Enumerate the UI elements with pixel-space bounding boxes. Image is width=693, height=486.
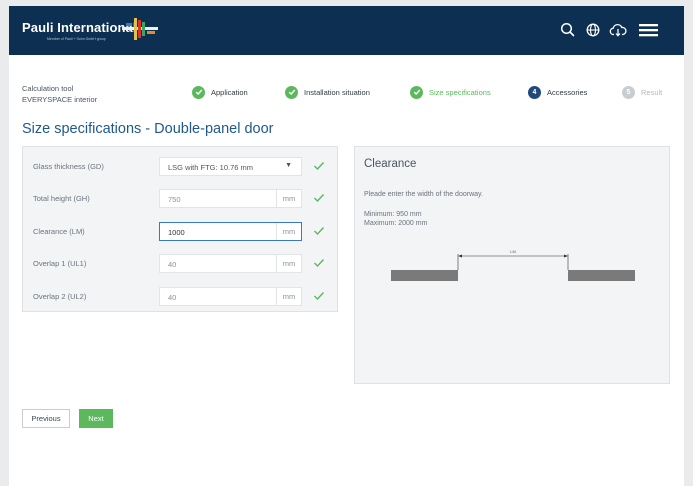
overlap-2-input[interactable]: 40 mm xyxy=(159,287,302,306)
logo-flag-icon xyxy=(122,18,158,40)
step-number-badge: 4 xyxy=(528,85,541,99)
check-circle-icon xyxy=(410,85,423,99)
clearance-diagram: LM xyxy=(391,249,635,281)
top-navigation-bar: Pauli International Member of Pauli + So… xyxy=(9,6,684,55)
checkmark-icon xyxy=(314,227,325,236)
unit-label: mm xyxy=(276,223,301,240)
left-wall xyxy=(391,270,458,281)
unit-label: mm xyxy=(276,288,301,305)
step-result: 5 Result xyxy=(622,85,662,99)
checkmark-icon xyxy=(314,194,325,203)
check-circle-icon xyxy=(192,85,205,99)
size-form-panel: Glass thickness (GD) LSG with FTG: 10.76… xyxy=(22,146,338,312)
check-circle-icon xyxy=(285,85,298,99)
dropdown-caret-icon: ▼ xyxy=(285,162,292,169)
logo-text[interactable]: Pauli International xyxy=(22,20,137,35)
search-icon[interactable] xyxy=(558,20,578,40)
clearance-info-panel: Clearance Pleade enter the width of the … xyxy=(354,146,670,384)
total-height-label: Total height (GH) xyxy=(33,194,90,203)
app-frame: Pauli International Member of Pauli + So… xyxy=(9,6,684,486)
step-size-specifications[interactable]: Size specifications xyxy=(410,85,491,99)
overlap-1-label: Overlap 1 (UL1) xyxy=(33,259,87,268)
glass-thickness-label: Glass thickness (GD) xyxy=(33,162,104,171)
unit-label: mm xyxy=(276,255,301,272)
input-value: 1000 xyxy=(168,228,185,237)
calc-tool-label: Calculation tool xyxy=(22,84,74,93)
info-title: Clearance xyxy=(364,158,417,170)
hamburger-menu-icon[interactable] xyxy=(636,20,662,40)
logo-subtext: Member of Pauli + Sohn GmbH group xyxy=(47,37,106,41)
page-title: Size specifications - Double-panel door xyxy=(22,121,274,137)
step-installation-situation[interactable]: Installation situation xyxy=(285,85,370,99)
overlap-1-input[interactable]: 40 mm xyxy=(159,254,302,273)
step-application[interactable]: Application xyxy=(192,85,248,99)
step-label: Accessories xyxy=(547,87,588,97)
clearance-label: Clearance (LM) xyxy=(33,227,85,236)
total-height-input[interactable]: 750 mm xyxy=(159,189,302,208)
next-button[interactable]: Next xyxy=(79,409,113,428)
info-maximum: Maximum: 2000 mm xyxy=(364,220,428,227)
right-wall xyxy=(568,270,635,281)
calc-product-label: EVERYSPACE interior xyxy=(22,95,98,104)
unit-label: mm xyxy=(276,190,301,207)
glass-thickness-select[interactable]: LSG with FTG: 10.76 mm ▼ xyxy=(159,157,302,176)
dimension-label: LM xyxy=(510,249,516,254)
input-value: 750 xyxy=(168,195,181,204)
clearance-input[interactable]: 1000 mm xyxy=(159,222,302,241)
info-minimum: Minimum: 950 mm xyxy=(364,211,422,218)
overlap-2-label: Overlap 2 (UL2) xyxy=(33,292,87,301)
input-value: 40 xyxy=(168,293,177,302)
step-label: Application xyxy=(211,87,248,97)
input-value: 40 xyxy=(168,260,177,269)
step-label: Result xyxy=(641,87,663,97)
step-accessories[interactable]: 4 Accessories xyxy=(528,85,587,99)
checkmark-icon xyxy=(314,162,325,171)
checkmark-icon xyxy=(314,292,325,301)
cloud-download-icon[interactable] xyxy=(608,20,628,40)
globe-icon[interactable] xyxy=(583,20,603,40)
select-value: LSG with FTG: 10.76 mm xyxy=(168,163,254,172)
checkmark-icon xyxy=(314,259,325,268)
step-label: Size specifications xyxy=(429,87,491,97)
step-number-badge: 5 xyxy=(622,85,635,99)
previous-button[interactable]: Previous xyxy=(22,409,70,428)
info-description: Pleade enter the width of the doorway. xyxy=(364,191,483,198)
step-label: Installation situation xyxy=(304,87,370,97)
